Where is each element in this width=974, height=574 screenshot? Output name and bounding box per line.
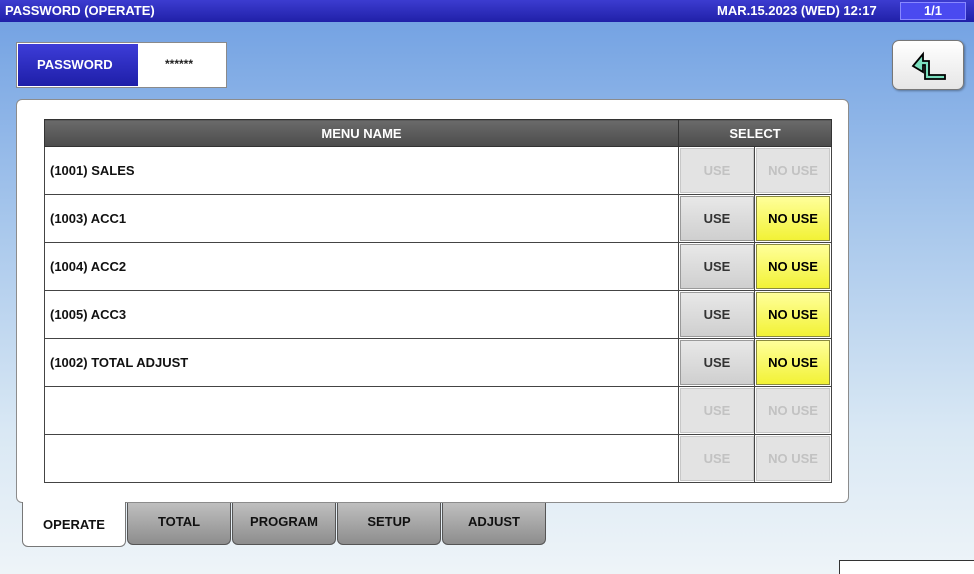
password-value: ****** [165,57,194,71]
no-use-button: NO USE [756,388,830,433]
no-use-button[interactable]: NO USE [756,196,830,241]
menu-name-cell: (1001) SALES [44,146,679,195]
title-bar: PASSWORD (OPERATE) MAR.15.2023 (WED) 12:… [0,0,974,22]
menu-name-cell: (1003) ACC1 [44,194,679,243]
no-use-cell: NO USE [753,242,833,291]
tab-adjust[interactable]: ADJUST [442,503,546,545]
menu-name-cell [44,434,679,483]
table-row: (1004) ACC2 USE NO USE [44,242,833,291]
no-use-cell: NO USE [753,290,833,339]
tab-program[interactable]: PROGRAM [232,503,336,545]
table-row: (1005) ACC3 USE NO USE [44,290,833,339]
return-arrow-icon [911,51,946,80]
use-button[interactable]: USE [680,196,754,241]
password-label: PASSWORD [18,44,138,86]
menu-name-cell: (1002) TOTAL ADJUST [44,338,679,387]
use-button: USE [680,388,754,433]
table-row: (1003) ACC1 USE NO USE [44,194,833,243]
no-use-cell: NO USE [753,386,833,435]
use-cell: USE [678,290,755,339]
use-button[interactable]: USE [680,244,754,289]
table-row: (1001) SALES USE NO USE [44,146,833,195]
menu-name-cell [44,386,679,435]
no-use-button[interactable]: NO USE [756,244,830,289]
menu-name-header: MENU NAME [44,119,679,147]
table-row: (1002) TOTAL ADJUST USE NO USE [44,338,833,387]
no-use-button: NO USE [756,148,830,193]
use-button: USE [680,148,754,193]
back-button[interactable] [892,40,964,90]
use-cell: USE [678,146,755,195]
select-header: SELECT [677,119,833,147]
table-row: USE NO USE [44,434,833,483]
use-button[interactable]: USE [680,292,754,337]
no-use-cell: NO USE [753,146,833,195]
menu-name-cell: (1005) ACC3 [44,290,679,339]
date-time: MAR.15.2023 (WED) 12:17 [717,3,877,18]
use-button[interactable]: USE [680,340,754,385]
use-cell: USE [678,242,755,291]
menu-table: MENU NAME SELECT (1001) SALES USE NO USE (1… [44,119,833,483]
menu-rows: (1001) SALES USE NO USE (1003) ACC1 USE NO US… [44,146,833,483]
use-button: USE [680,436,754,481]
no-use-button[interactable]: NO USE [756,340,830,385]
window-title: PASSWORD (OPERATE) [5,3,155,18]
use-cell: USE [678,386,755,435]
page-indicator: 1/1 [900,2,966,20]
no-use-cell: NO USE [753,194,833,243]
no-use-button[interactable]: NO USE [756,292,830,337]
table-row: USE NO USE [44,386,833,435]
status-box [839,560,974,574]
no-use-cell: NO USE [753,434,833,483]
tab-setup[interactable]: SETUP [337,503,441,545]
password-field[interactable]: PASSWORD ****** [16,42,227,88]
no-use-cell: NO USE [753,338,833,387]
no-use-button: NO USE [756,436,830,481]
use-cell: USE [678,338,755,387]
use-cell: USE [678,434,755,483]
table-header-row: MENU NAME SELECT [44,119,833,147]
tab-operate[interactable]: OPERATE [22,502,126,547]
tab-total[interactable]: TOTAL [127,503,231,545]
use-cell: USE [678,194,755,243]
menu-name-cell: (1004) ACC2 [44,242,679,291]
